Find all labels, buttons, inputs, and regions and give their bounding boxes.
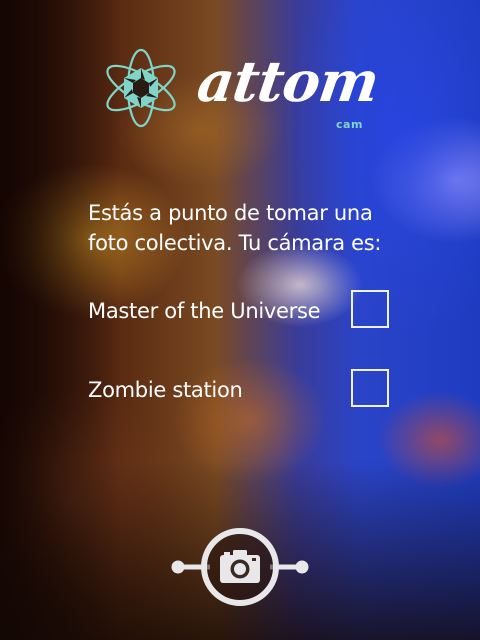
atom-shutter-icon <box>106 48 176 128</box>
app-logo: attom cam <box>100 48 390 138</box>
option-label: Master of the Universe <box>88 299 321 323</box>
option-label: Zombie station <box>88 378 243 402</box>
logo-subtitle: cam <box>336 118 363 131</box>
prompt-line-1: Estás a punto de tomar una <box>88 201 373 225</box>
option-master-of-the-universe[interactable]: Master of the Universe <box>88 290 393 332</box>
take-photo-button[interactable] <box>170 525 310 609</box>
master-of-the-universe-checkbox[interactable] <box>351 290 389 328</box>
logo-wordmark: attom <box>193 49 383 115</box>
prompt-line-2: foto colectiva. Tu cámara es: <box>88 231 382 255</box>
option-zombie-station[interactable]: Zombie station <box>88 369 393 411</box>
zombie-station-checkbox[interactable] <box>351 369 389 407</box>
prompt-text: Estás a punto de tomar una foto colectiv… <box>88 198 388 258</box>
